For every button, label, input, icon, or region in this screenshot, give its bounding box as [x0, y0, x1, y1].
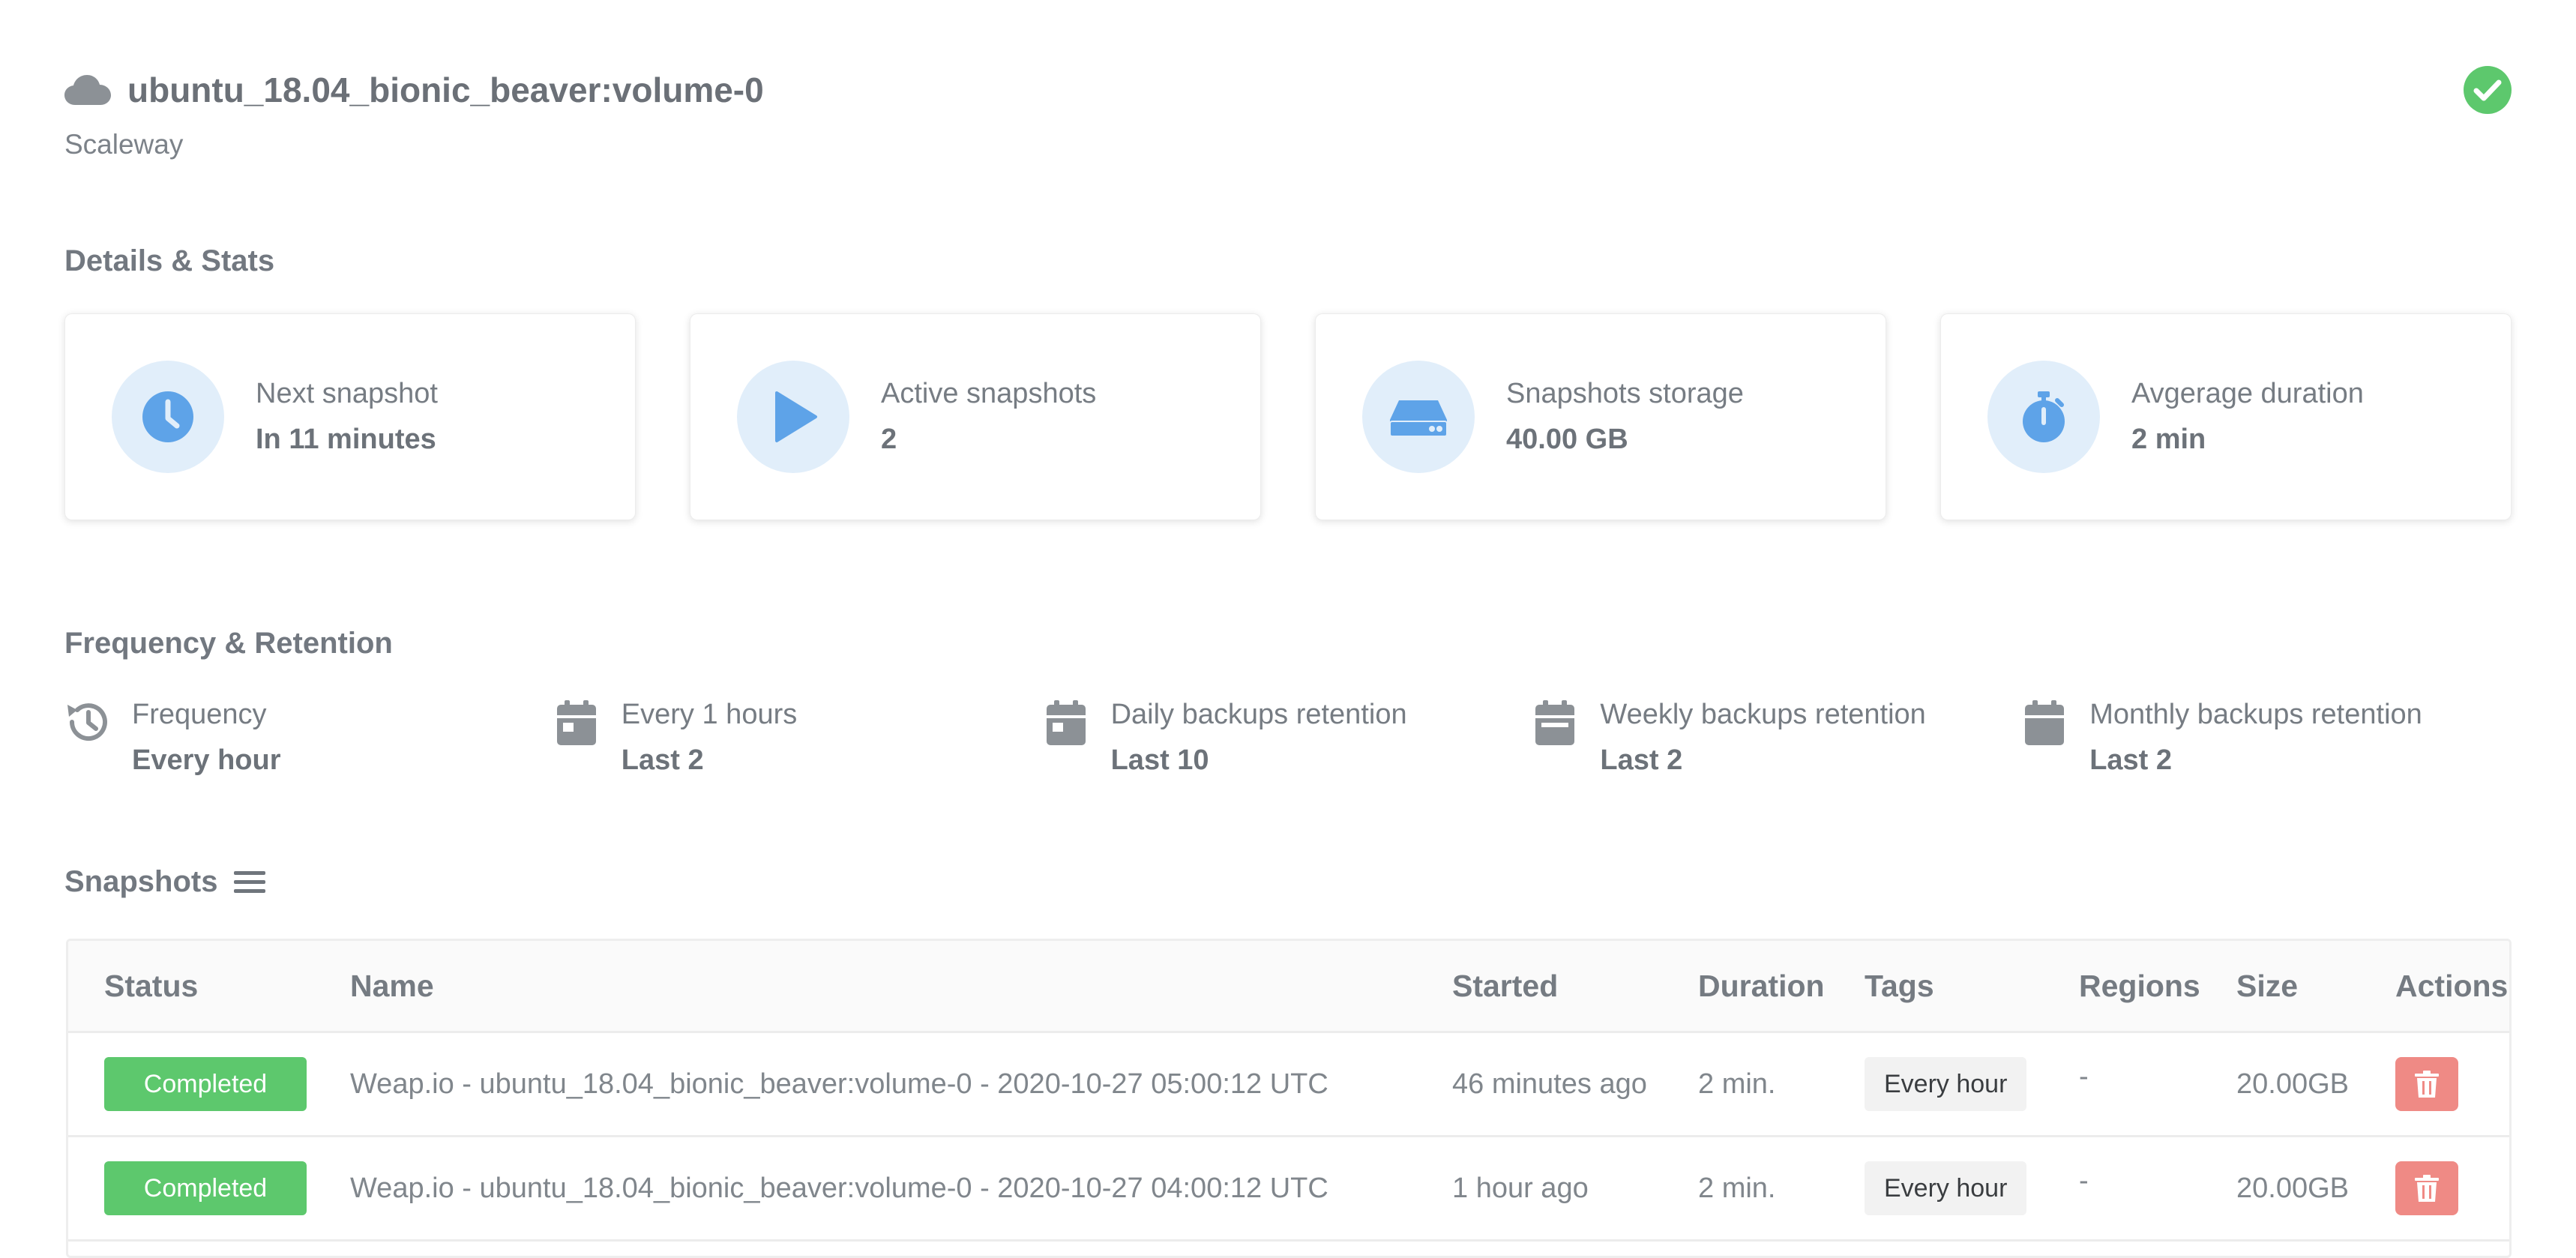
column-header-actions: Actions — [2395, 941, 2509, 1033]
snapshots-section-title: Snapshots — [64, 865, 266, 899]
trash-icon — [2415, 1071, 2439, 1098]
retention-value: Last 10 — [1110, 744, 1209, 776]
column-header-started[interactable]: Started — [1452, 941, 1698, 1033]
snapshot-regions: - — [2079, 1164, 2089, 1197]
stat-card-snapshots-storage: Snapshots storage 40.00 GB — [1315, 313, 1886, 520]
frequency-label: Frequency — [132, 699, 267, 730]
history-icon — [67, 703, 107, 741]
tag-badge: Every hour — [1865, 1057, 2027, 1111]
stat-value: 40.00 GB — [1506, 424, 1628, 455]
frequency-section-title: Frequency & Retention — [64, 627, 393, 660]
snapshot-name: Weap.io - ubuntu_18.04_bionic_beaver:vol… — [350, 1032, 1452, 1137]
snapshot-regions: - — [2079, 1060, 2089, 1092]
retention-value: Last 2 — [1600, 744, 1683, 776]
column-header-size[interactable]: Size — [2236, 941, 2395, 1033]
stopwatch-icon — [2023, 391, 2065, 442]
stat-label: Active snapshots — [881, 378, 1097, 409]
snapshot-size: 20.00GB — [2236, 1032, 2395, 1137]
status-badge: Completed — [104, 1057, 307, 1111]
snapshots-title-text: Snapshots — [64, 865, 218, 898]
clock-icon — [142, 391, 193, 442]
calendar-icon — [1535, 700, 1575, 745]
table-row[interactable]: Completed Weap.io - ubuntu_18.04_bionic_… — [68, 1032, 2509, 1137]
retention-label: Monthly backups retention — [2089, 699, 2422, 730]
frequency-item: Frequency Every hour — [64, 699, 554, 789]
column-header-status[interactable]: Status — [68, 941, 350, 1033]
stat-value: 2 min — [2131, 424, 2206, 455]
stat-value: In 11 minutes — [256, 424, 436, 455]
stat-card-next-snapshot: Next snapshot In 11 minutes — [64, 313, 636, 520]
retention-label: Every 1 hours — [621, 699, 798, 730]
column-header-regions[interactable]: Regions — [2079, 941, 2236, 1033]
retention-label: Daily backups retention — [1110, 699, 1407, 730]
snapshot-name: Weap.io - ubuntu_18.04_bionic_beaver:vol… — [350, 1136, 1452, 1242]
provider-name: Scaleway — [64, 129, 184, 160]
stats-row: Next snapshot In 11 minutes Active snaps… — [64, 313, 2512, 520]
stat-label: Avgerage duration — [2131, 378, 2364, 409]
calendar-icon — [1046, 700, 1086, 745]
status-badge: Completed — [104, 1161, 307, 1215]
table-header-row: Status Name Started Duration Tags Region… — [68, 941, 2509, 1033]
stat-value: 2 — [881, 424, 897, 455]
check-circle-icon — [2464, 66, 2512, 114]
retention-item-hourly: Every 1 hours Last 2 — [554, 699, 1044, 789]
frequency-value: Every hour — [132, 744, 281, 776]
retention-value: Last 2 — [621, 744, 704, 776]
retention-item-daily: Daily backups retention Last 10 — [1044, 699, 1533, 789]
retention-item-weekly: Weekly backups retention Last 2 — [1532, 699, 2022, 789]
frequency-row: Frequency Every hour Every 1 hours Last … — [64, 699, 2512, 789]
trash-icon — [2415, 1175, 2439, 1202]
details-section-title: Details & Stats — [64, 244, 275, 277]
volume-detail-page: ubuntu_18.04_bionic_beaver:volume-0 Scal… — [0, 0, 2576, 1258]
delete-snapshot-button[interactable] — [2395, 1161, 2458, 1215]
snapshot-duration: 2 min. — [1698, 1032, 1865, 1137]
snapshots-table: Status Name Started Duration Tags Region… — [66, 939, 2512, 1258]
retention-item-monthly: Monthly backups retention Last 2 — [2022, 699, 2512, 789]
tag-badge: Every hour — [1865, 1161, 2027, 1215]
snapshot-started: 1 hour ago — [1452, 1136, 1698, 1242]
hard-drive-icon — [1389, 400, 1448, 437]
snapshot-size: 20.00GB — [2236, 1136, 2395, 1242]
stat-card-active-snapshots: Active snapshots 2 — [690, 313, 1261, 520]
stat-card-average-duration: Avgerage duration 2 min — [1940, 313, 2512, 520]
column-header-name[interactable]: Name — [350, 941, 1452, 1033]
calendar-icon — [2025, 700, 2065, 745]
play-icon — [775, 391, 817, 442]
volume-header: ubuntu_18.04_bionic_beaver:volume-0 Scal… — [64, 66, 2512, 171]
retention-label: Weekly backups retention — [1600, 699, 1926, 730]
column-header-duration[interactable]: Duration — [1698, 941, 1865, 1033]
column-header-tags[interactable]: Tags — [1865, 941, 2079, 1033]
volume-title: ubuntu_18.04_bionic_beaver:volume-0 — [127, 70, 764, 109]
stat-label: Snapshots storage — [1506, 378, 1744, 409]
snapshot-duration: 2 min. — [1698, 1136, 1865, 1242]
table-row[interactable]: Completed Weap.io - ubuntu_18.04_bionic_… — [68, 1136, 2509, 1242]
volume-title-row: ubuntu_18.04_bionic_beaver:volume-0 — [64, 66, 2512, 114]
stat-label: Next snapshot — [256, 378, 438, 409]
delete-snapshot-button[interactable] — [2395, 1057, 2458, 1111]
calendar-icon — [556, 700, 596, 745]
menu-icon[interactable] — [234, 870, 266, 895]
cloud-icon — [64, 75, 111, 105]
retention-value: Last 2 — [2089, 744, 2173, 776]
snapshot-started: 46 minutes ago — [1452, 1032, 1698, 1137]
